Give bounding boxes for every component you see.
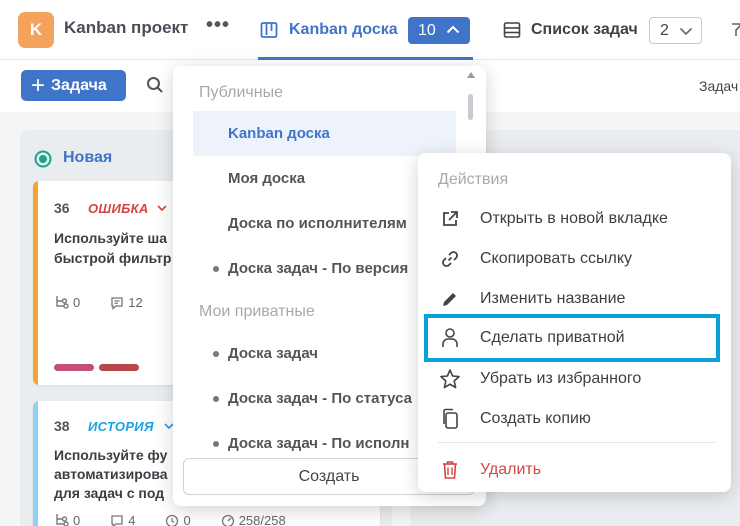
board-item[interactable]: Доска задач - По статуса — [193, 376, 456, 421]
boards-count-toggle[interactable]: 10 — [408, 17, 470, 44]
board-item[interactable]: Kanban доска — [193, 111, 456, 156]
action-make-private[interactable]: Сделать приватной — [424, 314, 720, 362]
tasks-filter-label[interactable]: Задач — [699, 78, 738, 94]
menu-divider — [438, 442, 716, 443]
list-icon — [503, 22, 521, 38]
action-duplicate[interactable]: Создать копию — [438, 399, 718, 439]
section-private: Мои приватные — [199, 303, 315, 320]
actions-menu: Действия Открыть в новой вкладке Скопиро… — [418, 153, 731, 492]
project-title[interactable]: Kanban проект — [64, 18, 188, 38]
board-item[interactable]: Доска по исполнителям — [193, 201, 456, 246]
card-stripe — [33, 401, 38, 526]
filter-icon[interactable] — [730, 20, 740, 40]
board-item[interactable]: Моя доска — [193, 156, 456, 201]
progress-count: 258/258 — [221, 513, 286, 526]
task-type[interactable]: ОШИБКА — [88, 201, 149, 216]
list-count: 2 — [660, 21, 669, 39]
clock-icon — [166, 514, 179, 526]
top-bar: K Kanban проект ••• Kanban доска 10 Спис… — [0, 0, 740, 60]
action-remove-favorite[interactable]: Убрать из избранного — [438, 359, 718, 399]
comment-icon — [111, 514, 123, 526]
copy-icon — [438, 407, 462, 431]
gauge-icon — [221, 514, 234, 526]
chevron-up-icon — [446, 25, 460, 34]
kanban-board-icon — [260, 22, 278, 38]
task-number: 36 — [54, 200, 70, 216]
actions-title: Действия — [438, 171, 509, 188]
board-item[interactable]: Доска задач — [193, 331, 456, 376]
project-avatar[interactable]: K — [18, 12, 54, 48]
status-circle-icon — [34, 150, 52, 168]
add-task-label: Задача — [51, 76, 107, 94]
action-copy-link[interactable]: Скопировать ссылку — [438, 239, 718, 279]
subtasks-icon — [56, 296, 69, 309]
task-meta: 0 4 0 258/258 — [54, 513, 286, 526]
trash-icon — [438, 458, 462, 482]
more-options-icon[interactable]: ••• — [206, 14, 230, 37]
action-open-new-tab[interactable]: Открыть в новой вкладке — [438, 199, 718, 239]
tab-task-list-label: Список задач — [531, 21, 638, 38]
star-icon — [438, 367, 462, 391]
add-task-button[interactable]: + Задача — [21, 70, 126, 101]
bullet-dot — [213, 441, 219, 447]
list-count-toggle[interactable]: 2 — [649, 17, 702, 44]
bullet-dot — [213, 396, 219, 402]
comments-count: 4 — [110, 513, 135, 526]
task-type[interactable]: ИСТОРИЯ — [88, 419, 154, 434]
task-number: 38 — [54, 418, 70, 434]
task-meta: 0 12 — [54, 295, 143, 310]
subtasks-count: 0 — [54, 513, 80, 526]
bullet-dot — [213, 351, 219, 357]
column-title: Новая — [63, 149, 113, 166]
subtasks-count: 0 — [54, 295, 80, 310]
boards-count: 10 — [418, 21, 436, 39]
plus-icon: + — [31, 71, 46, 99]
card-tag — [54, 364, 94, 371]
section-public: Публичные — [199, 84, 283, 101]
board-item[interactable]: Доска задач - По версия — [193, 246, 456, 291]
scrollbar-thumb[interactable] — [468, 94, 473, 120]
subtasks-icon — [56, 514, 69, 526]
tab-kanban-label: Kanban доска — [289, 21, 398, 38]
comment-icon — [111, 296, 123, 310]
action-delete[interactable]: Удалить — [438, 450, 718, 490]
action-rename[interactable]: Изменить название — [438, 279, 718, 319]
external-link-icon — [438, 207, 462, 231]
card-stripe — [33, 181, 38, 385]
search-icon[interactable] — [146, 76, 164, 94]
card-tag — [99, 364, 139, 371]
pencil-icon — [438, 287, 462, 311]
scroll-up-arrow[interactable] — [467, 72, 475, 78]
timer-count: 0 — [165, 513, 191, 526]
user-icon — [438, 326, 462, 350]
link-icon — [438, 247, 462, 271]
tab-kanban-board[interactable]: Kanban доска 10 — [258, 0, 473, 60]
comments-count: 12 — [110, 295, 143, 310]
chevron-down-icon — [157, 205, 167, 212]
chevron-down-icon — [679, 27, 693, 36]
bullet-dot — [213, 266, 219, 272]
